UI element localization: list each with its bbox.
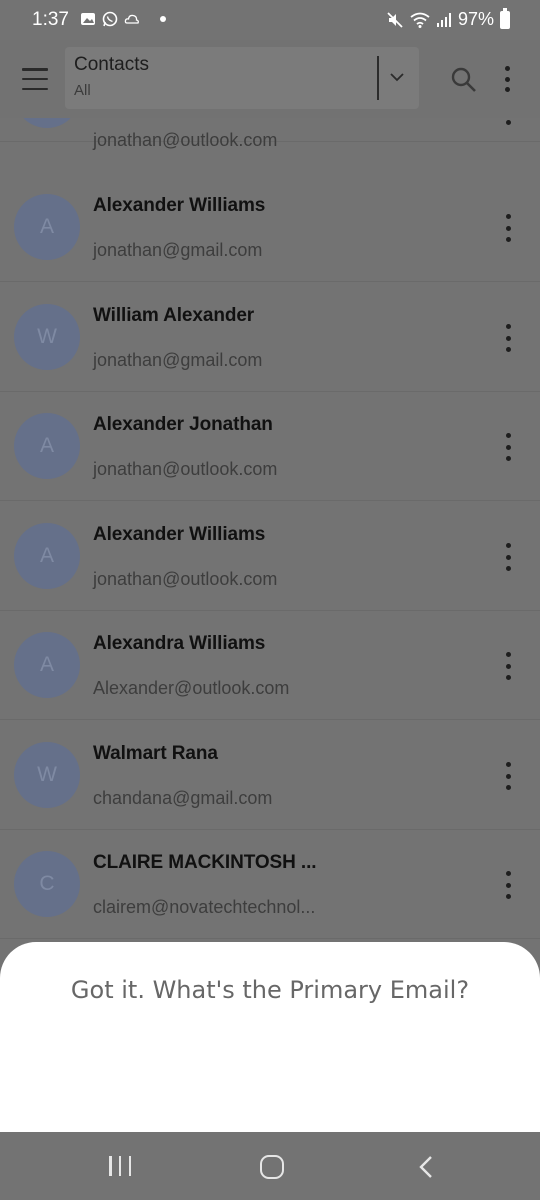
contact-email: jonathan@outlook.com [93,459,278,479]
contact-name: CLAIRE MACKINTOSH ... [93,852,317,873]
whatsapp-icon [102,11,118,27]
recents-icon[interactable] [109,1156,131,1178]
contact-name: Alexander Williams [93,524,266,545]
gallery-icon [81,13,95,25]
avatar: A [14,632,80,698]
status-time: 1:37 [32,9,69,30]
contact-name: Alexander Williams [93,195,266,216]
wifi-icon [410,12,430,28]
system-status: 97% [386,7,510,30]
filter-label: All [74,82,91,99]
contact-more-icon[interactable] [504,652,512,680]
chevron-down-icon[interactable] [387,67,407,87]
battery-percent: 97% [457,9,494,29]
contact-more-icon[interactable] [504,543,512,571]
contact-row[interactable]: A Alexander Williams jonathan@outlook.co… [0,501,540,611]
battery-icon [500,7,510,29]
contacts-filter-selector[interactable]: Contacts All [65,47,419,109]
contact-name: Alexander Jonathan [93,414,273,435]
home-icon[interactable] [260,1155,284,1179]
contact-row[interactable]: C CLAIRE MACKINTOSH ... clairem@novatech… [0,829,540,939]
contact-email: Alexander@outlook.com [93,678,290,698]
contact-more-icon[interactable] [504,871,512,899]
mute-icon [387,11,403,28]
avatar: A [14,413,80,479]
page-title: Contacts [74,54,149,75]
avatar: W [14,118,80,128]
contact-row[interactable]: A Alexander Jonathan jonathan@outlook.co… [0,391,540,501]
status-more-dot [160,16,166,22]
contact-row[interactable]: W William Alexander jonathan@gmail.com [0,282,540,392]
search-icon[interactable] [450,66,478,94]
contact-name: Alexandra Williams [93,633,266,654]
avatar: W [14,304,80,370]
contact-row[interactable]: A Alexandra Williams Alexander@outlook.c… [0,610,540,720]
assistant-prompt: Got it. What's the Primary Email? [70,976,470,1004]
contact-email: clairem@novatechtechnol... [93,897,316,917]
signal-icon [436,12,451,27]
contact-name: Walmart Rana [93,743,218,764]
contact-name: William Alexander [93,305,255,326]
contact-email: jonathan@outlook.com [93,569,278,589]
contact-email: jonathan@gmail.com [93,240,263,260]
contact-email: chandana@gmail.com [93,788,273,808]
back-icon[interactable] [414,1154,438,1180]
contact-more-icon[interactable] [504,762,512,790]
voice-assistant-sheet: Got it. What's the Primary Email? [0,942,540,1132]
navigation-bar [0,1132,540,1200]
contact-row[interactable]: A Alexander Williams jonathan@gmail.com [0,172,540,282]
contact-row[interactable]: W Walmart Rana chandana@gmail.com [0,720,540,830]
app-bar: Contacts All [0,40,540,118]
contact-email: jonathan@outlook.com [93,130,278,150]
contact-more-icon[interactable] [504,120,512,132]
cloud-sync-icon [124,14,139,24]
contact-row[interactable]: W jonathan@outlook.com [0,118,540,150]
contact-more-icon[interactable] [504,433,512,461]
contact-email: jonathan@gmail.com [93,350,263,370]
avatar: C [14,851,80,917]
contact-more-icon[interactable] [504,214,512,242]
notification-icons [80,11,166,27]
avatar: W [14,742,80,808]
selector-divider [377,56,379,100]
status-bar: 1:37 97% [0,0,540,40]
contact-list: W jonathan@outlook.com A Alexander Willi… [0,118,540,940]
more-options-icon[interactable] [503,66,511,92]
hamburger-icon[interactable] [22,68,48,90]
avatar: A [14,194,80,260]
contact-more-icon[interactable] [504,324,512,352]
avatar: A [14,523,80,589]
